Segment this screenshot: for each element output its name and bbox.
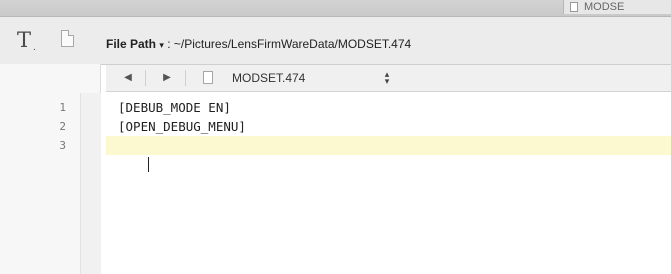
nav-divider xyxy=(145,70,146,86)
file-path-separator: : xyxy=(163,37,174,51)
line-number: 1 xyxy=(59,101,66,114)
line-numbers: 1 2 3 xyxy=(0,98,80,155)
text-format-icon[interactable]: T. xyxy=(17,29,36,59)
current-file-name[interactable]: MODSET.474 xyxy=(232,71,305,85)
text-format-glyph: T xyxy=(17,28,32,52)
text-format-sub: . xyxy=(33,43,36,53)
code-line[interactable]: [DEBUB_MODE EN] xyxy=(106,98,671,117)
tab-document-icon xyxy=(570,2,578,12)
window-top-strip: MODSE xyxy=(0,0,671,17)
line-number-gutter xyxy=(0,64,101,274)
navigation-bar: ◀ ▶ MODSET.474 ▴ ▾ xyxy=(106,65,671,92)
forward-arrow-icon[interactable]: ▶ xyxy=(159,70,175,86)
code-line[interactable]: [OPEN_DEBUG_MENU] xyxy=(106,117,671,136)
line-number: 2 xyxy=(59,120,66,133)
document-icon[interactable] xyxy=(61,30,74,47)
file-path-value: ~/Pictures/LensFirmWareData/MODSET.474 xyxy=(173,37,412,51)
line-number: 3 xyxy=(59,139,66,152)
file-path-label[interactable]: File Path xyxy=(106,37,156,51)
file-stepper[interactable]: ▴ ▾ xyxy=(382,70,392,86)
text-editor[interactable]: [DEBUB_MODE EN] [OPEN_DEBUG_MENU] xyxy=(106,98,671,172)
fold-column xyxy=(80,93,101,274)
nav-divider xyxy=(185,70,186,86)
toolbar: T. File Path ▾ : ~/Pictures/LensFirmWare… xyxy=(0,17,671,65)
text-cursor xyxy=(148,157,150,172)
file-document-icon xyxy=(203,71,213,84)
current-code-line[interactable] xyxy=(106,136,671,172)
stepper-down-icon: ▾ xyxy=(384,76,390,86)
tab-label: MODSE xyxy=(584,1,625,13)
back-arrow-icon[interactable]: ◀ xyxy=(120,70,136,86)
file-path: File Path ▾ : ~/Pictures/LensFirmWareDat… xyxy=(106,37,411,51)
tab-modset[interactable]: MODSE xyxy=(563,0,671,14)
